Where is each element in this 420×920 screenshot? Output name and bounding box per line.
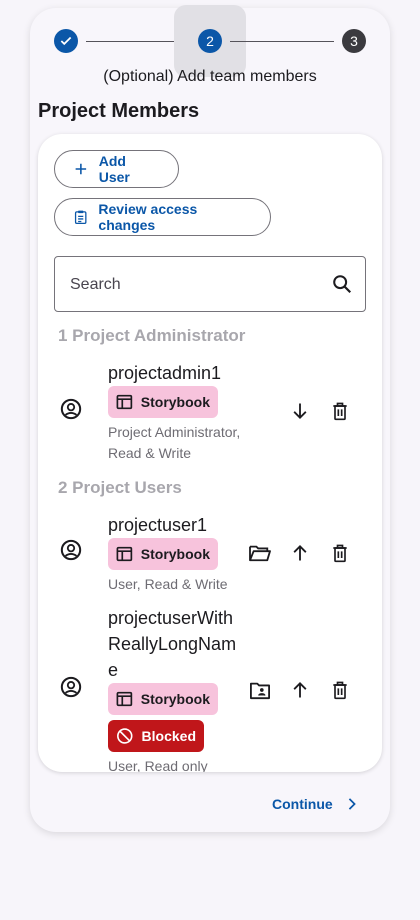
chip-label: Storybook	[140, 691, 210, 707]
member-name-line: e	[108, 660, 119, 680]
folder-shared-icon[interactable]	[249, 680, 271, 700]
step-number: 3	[350, 33, 358, 49]
plus-icon	[75, 163, 87, 175]
step-3-pending[interactable]: 3	[342, 29, 366, 53]
chip-label: Storybook	[140, 546, 210, 562]
member-role: User, Read & Write	[108, 576, 228, 592]
account-circle-icon	[60, 676, 82, 698]
search-input[interactable]: Search	[54, 256, 366, 312]
page-title: Project Members	[38, 100, 200, 122]
group-title-users: 2 Project Users	[58, 478, 182, 497]
member-name: projectuserWith ReallyLongNam e	[108, 605, 236, 683]
table-icon	[116, 691, 133, 707]
member-name: projectadmin1	[108, 363, 222, 383]
check-icon	[60, 36, 72, 46]
stepper: 2 3 (Optional) Add team members	[0, 0, 420, 85]
group-title-administrators: 1 Project Administrator	[58, 326, 246, 345]
step-1-complete[interactable]	[54, 29, 78, 53]
step-connector	[86, 41, 174, 42]
delete-icon[interactable]	[330, 679, 350, 701]
member-role: User, Read only	[108, 758, 208, 772]
chevron-right-icon	[348, 798, 356, 810]
role-line: Project Administrator,	[108, 424, 241, 440]
account-circle-icon	[60, 398, 82, 420]
folder-open-icon[interactable]	[248, 543, 272, 563]
step-number: 2	[206, 33, 214, 49]
search-placeholder: Search	[70, 276, 121, 293]
block-icon	[117, 728, 133, 744]
chip-label: Blocked	[141, 728, 196, 744]
chip-label: Storybook	[140, 394, 210, 410]
member-name-line: ReallyLongNam	[108, 634, 237, 654]
delete-icon[interactable]	[330, 542, 350, 564]
review-access-label: Review access changes	[98, 201, 198, 233]
role-line: Read & Write	[108, 445, 191, 461]
arrow-up-icon[interactable]	[290, 680, 310, 700]
member-role: Project Administrator, Read & Write	[108, 422, 240, 464]
add-user-label: Add User	[98, 153, 130, 185]
table-icon	[116, 546, 133, 562]
delete-icon[interactable]	[330, 400, 350, 422]
storybook-chip[interactable]: Storybook	[108, 683, 218, 715]
continue-label: Continue	[272, 796, 333, 812]
storybook-chip[interactable]: Storybook	[108, 538, 218, 570]
step-2-active[interactable]: 2	[198, 29, 222, 53]
continue-button[interactable]: Continue	[272, 796, 357, 812]
member-name: projectuser1	[108, 515, 208, 535]
step-connector	[230, 41, 334, 42]
storybook-chip[interactable]: Storybook	[108, 386, 218, 418]
search-icon[interactable]	[331, 273, 353, 295]
add-user-button[interactable]: Add User	[54, 150, 179, 188]
member-name-line: projectuserWith	[108, 608, 234, 628]
clipboard-icon	[74, 210, 87, 225]
review-access-button[interactable]: Review access changes	[54, 198, 271, 236]
members-panel: Add User Review access changes Search 1 …	[38, 134, 382, 772]
arrow-down-icon[interactable]	[290, 401, 310, 421]
arrow-up-icon[interactable]	[290, 543, 310, 563]
blocked-chip[interactable]: Blocked	[108, 720, 204, 752]
account-circle-icon	[60, 539, 82, 561]
table-icon	[116, 394, 133, 410]
step-caption: (Optional) Add team members	[103, 68, 317, 85]
